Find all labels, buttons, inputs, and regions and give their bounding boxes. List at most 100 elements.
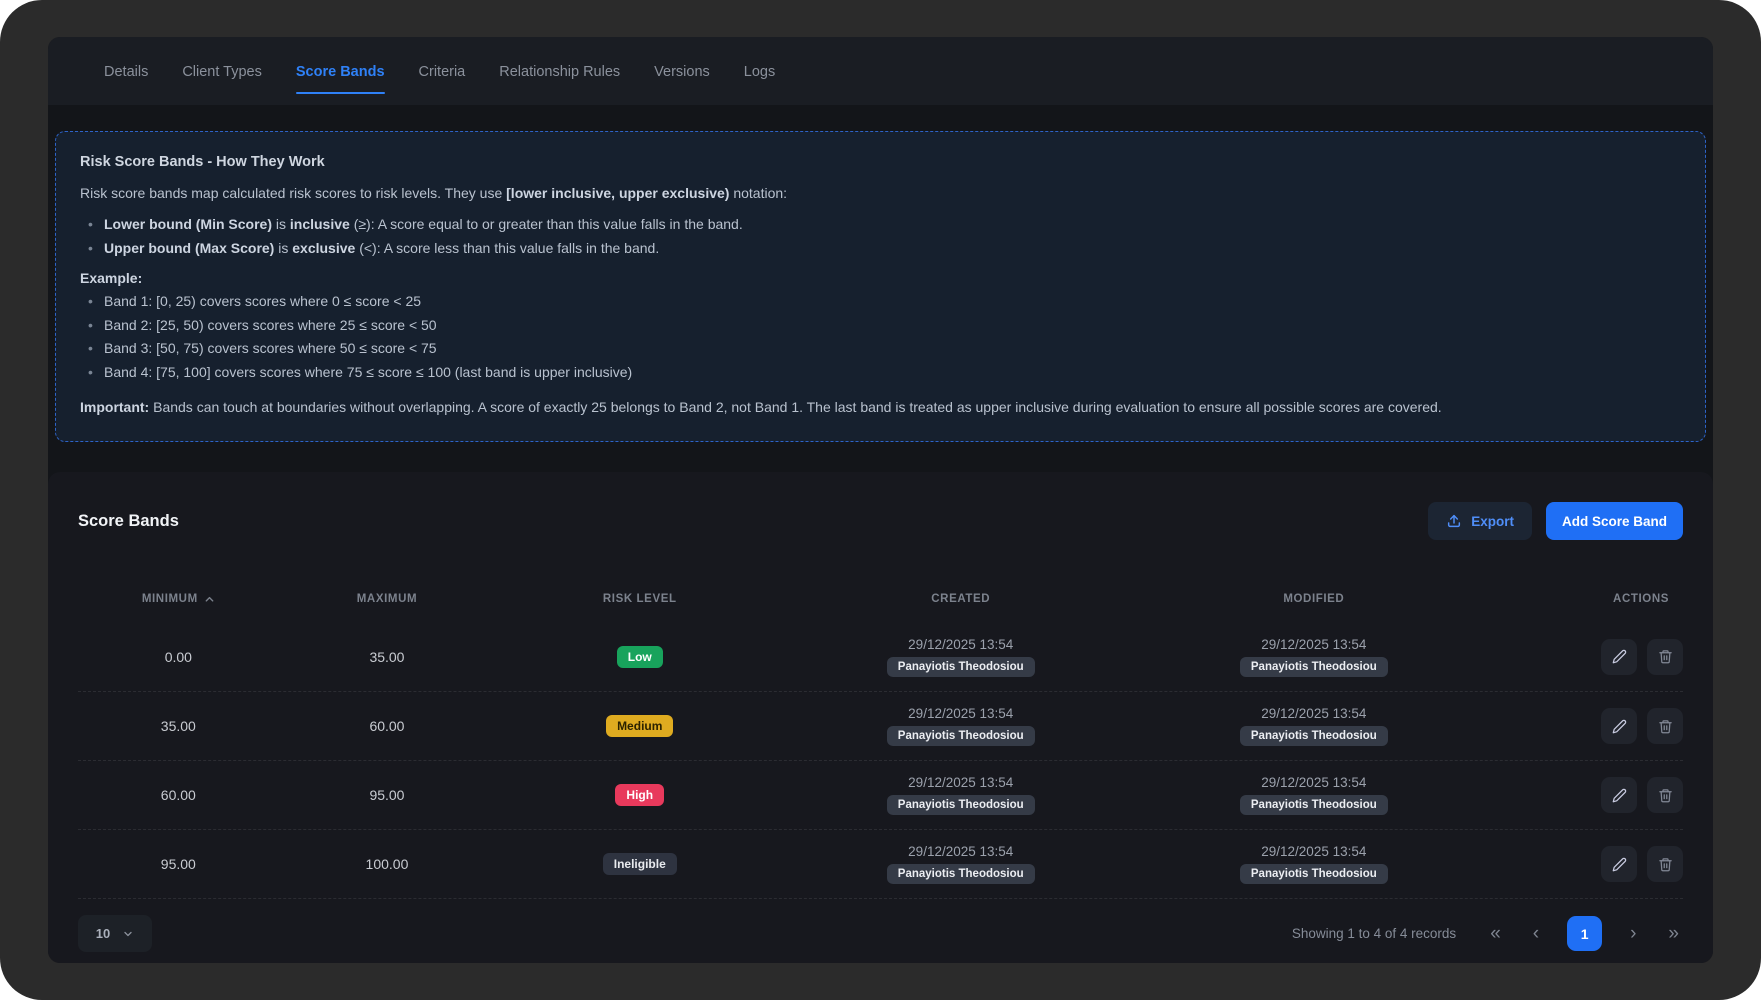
table-row: 95.00 100.00 Ineligible 29/12/2025 13:54… [78, 829, 1683, 898]
created-cell: 29/12/2025 13:54 Panayiotis Theodosiou [784, 706, 1137, 746]
table-row: 35.00 60.00 Medium 29/12/2025 13:54 Pana… [78, 691, 1683, 760]
records-summary: Showing 1 to 4 of 4 records [1292, 926, 1456, 941]
rule-bold: inclusive [290, 216, 350, 232]
info-panel-intro: Risk score bands map calculated risk sco… [80, 185, 1681, 201]
maximum-cell: 95.00 [279, 787, 496, 803]
delete-button[interactable] [1647, 846, 1683, 882]
bound-rules-list: Lower bound (Min Score) is inclusive (≥)… [88, 215, 1681, 258]
intro-prefix: Risk score bands map calculated risk sco… [80, 185, 506, 201]
upper-bound-rule: Upper bound (Max Score) is exclusive (<)… [88, 239, 1681, 259]
modified-cell: 29/12/2025 13:54 Panayiotis Theodosiou [1137, 844, 1490, 884]
tab-details[interactable]: Details [104, 37, 148, 105]
edit-button[interactable] [1601, 777, 1637, 813]
trash-icon [1658, 649, 1673, 664]
tab-versions[interactable]: Versions [654, 37, 710, 105]
edit-button[interactable] [1601, 708, 1637, 744]
actions-cell [1490, 639, 1683, 675]
tab-score-bands[interactable]: Score Bands [296, 37, 385, 105]
chevron-down-icon [122, 928, 134, 940]
tab-criteria[interactable]: Criteria [419, 37, 466, 105]
table-header-row: Minimum Maximum Risk Level Created Modif… [78, 576, 1683, 622]
pencil-icon [1612, 649, 1627, 664]
rule-text: is [272, 216, 290, 232]
risk-level-cell: Medium [495, 715, 784, 737]
minimum-cell: 95.00 [78, 856, 279, 872]
minimum-cell: 35.00 [78, 718, 279, 734]
column-header-risk-level[interactable]: Risk Level [495, 593, 784, 605]
tab-client-types[interactable]: Client Types [182, 37, 262, 105]
minimum-cell: 60.00 [78, 787, 279, 803]
column-header-label: Minimum [142, 593, 198, 605]
delete-button[interactable] [1647, 708, 1683, 744]
info-panel-title: Risk Score Bands - How They Work [80, 154, 1681, 170]
pencil-icon [1612, 788, 1627, 803]
created-by-chip: Panayiotis Theodosiou [887, 795, 1035, 815]
modified-date: 29/12/2025 13:54 [1137, 637, 1490, 652]
trash-icon [1658, 857, 1673, 872]
created-by-chip: Panayiotis Theodosiou [887, 657, 1035, 677]
risk-level-cell: Ineligible [495, 853, 784, 875]
created-cell: 29/12/2025 13:54 Panayiotis Theodosiou [784, 637, 1137, 677]
column-header-minimum[interactable]: Minimum [78, 593, 279, 605]
important-bold: Important: [80, 399, 149, 415]
column-header-modified[interactable]: Modified [1137, 593, 1490, 605]
edit-button[interactable] [1601, 639, 1637, 675]
previous-page-button[interactable]: ‹ [1529, 922, 1543, 945]
actions-cell [1490, 846, 1683, 882]
export-button-label: Export [1471, 514, 1514, 529]
created-date: 29/12/2025 13:54 [784, 775, 1137, 790]
rule-bold: exclusive [292, 240, 355, 256]
tab-relationship-rules[interactable]: Relationship Rules [499, 37, 620, 105]
trash-icon [1658, 788, 1673, 803]
column-header-created[interactable]: Created [784, 593, 1137, 605]
created-date: 29/12/2025 13:54 [784, 706, 1137, 721]
modified-date: 29/12/2025 13:54 [1137, 775, 1490, 790]
page-size-select[interactable]: 10 [78, 915, 152, 952]
edit-button[interactable] [1601, 846, 1637, 882]
modified-by-chip: Panayiotis Theodosiou [1240, 657, 1388, 677]
rule-text: (<): A score less than this value falls … [355, 240, 659, 256]
delete-button[interactable] [1647, 639, 1683, 675]
add-score-band-button[interactable]: Add Score Band [1546, 502, 1683, 540]
maximum-cell: 100.00 [279, 856, 496, 872]
tab-logs[interactable]: Logs [744, 37, 775, 105]
created-date: 29/12/2025 13:54 [784, 844, 1137, 859]
score-bands-card: Score Bands Export Add Score Band Minimu… [48, 472, 1713, 963]
pagination: Showing 1 to 4 of 4 records « ‹ 1 › » [1292, 916, 1683, 951]
pencil-icon [1612, 857, 1627, 872]
next-page-button[interactable]: › [1626, 922, 1640, 945]
risk-badge: Medium [606, 715, 673, 737]
intro-suffix: notation: [729, 185, 787, 201]
example-item: Band 1: [0, 25) covers scores where 0 ≤ … [88, 292, 1681, 312]
screenshot-frame: Details Client Types Score Bands Criteri… [0, 0, 1761, 1000]
modified-cell: 29/12/2025 13:54 Panayiotis Theodosiou [1137, 637, 1490, 677]
app-window: Details Client Types Score Bands Criteri… [48, 37, 1713, 963]
risk-badge: High [615, 784, 664, 806]
export-button[interactable]: Export [1428, 502, 1532, 540]
example-list: Band 1: [0, 25) covers scores where 0 ≤ … [88, 292, 1681, 382]
actions-cell [1490, 777, 1683, 813]
column-header-maximum[interactable]: Maximum [279, 593, 496, 605]
example-label: Example: [80, 270, 1681, 286]
table-footer: 10 Showing 1 to 4 of 4 records « ‹ 1 › » [78, 899, 1683, 952]
last-page-button[interactable]: » [1664, 922, 1683, 945]
column-header-actions: Actions [1490, 593, 1683, 605]
rule-text: is [274, 240, 292, 256]
current-page-button[interactable]: 1 [1567, 916, 1602, 951]
created-date: 29/12/2025 13:54 [784, 637, 1137, 652]
modified-date: 29/12/2025 13:54 [1137, 706, 1490, 721]
modified-date: 29/12/2025 13:54 [1137, 844, 1490, 859]
sort-ascending-icon [204, 594, 215, 605]
delete-button[interactable] [1647, 777, 1683, 813]
upload-icon [1446, 513, 1462, 529]
important-note: Important: Bands can touch at boundaries… [80, 398, 1681, 417]
table-row: 0.00 35.00 Low 29/12/2025 13:54 Panayiot… [78, 622, 1683, 691]
intro-bold: [lower inclusive, upper exclusive) [506, 185, 729, 201]
first-page-button[interactable]: « [1486, 922, 1505, 945]
risk-badge: Ineligible [603, 853, 677, 875]
created-by-chip: Panayiotis Theodosiou [887, 864, 1035, 884]
info-panel: Risk Score Bands - How They Work Risk sc… [55, 131, 1706, 442]
example-item: Band 3: [50, 75) covers scores where 50 … [88, 339, 1681, 359]
rule-bold: Upper bound (Max Score) [104, 240, 274, 256]
table-row: 60.00 95.00 High 29/12/2025 13:54 Panayi… [78, 760, 1683, 829]
